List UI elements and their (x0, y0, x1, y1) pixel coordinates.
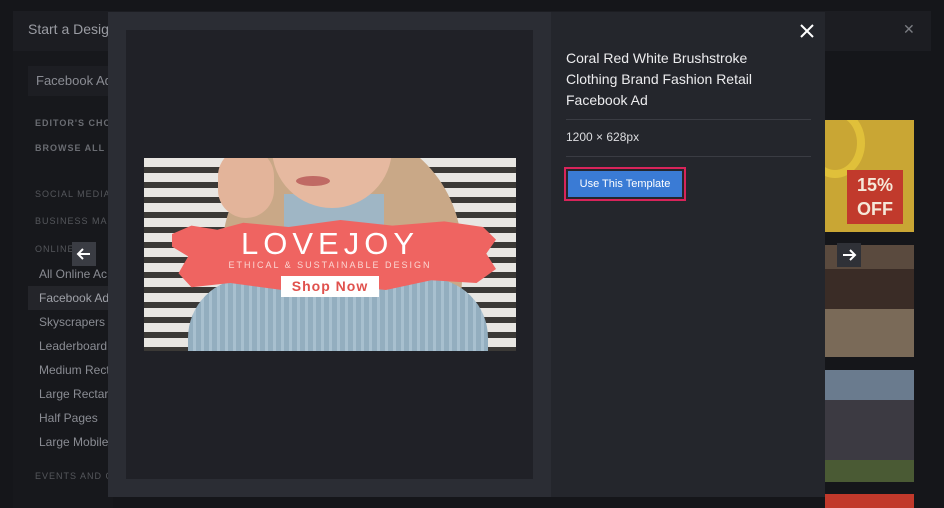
thumbnail-wall-shape (825, 309, 914, 357)
background-search-field[interactable]: Facebook Ad (28, 66, 113, 96)
ad-shop-now-label: Shop Now (281, 276, 379, 297)
thumbnail-house-shape (825, 400, 914, 460)
ad-tagline-text: ETHICAL & SUSTAINABLE DESIGN (228, 260, 432, 270)
thumbnail-roof-shape (825, 269, 914, 309)
sidebar-item-large-mobile[interactable]: Large Mobile (28, 430, 113, 454)
template-size: 1200 × 628px (566, 130, 640, 144)
template-title: Coral Red White Brushstroke Clothing Bra… (566, 50, 752, 108)
background-close-icon[interactable]: ✕ (903, 21, 915, 38)
section-events[interactable]: EVENTS AND C (35, 471, 113, 481)
sidebar-item-facebook-ad[interactable]: Facebook Ad (28, 286, 113, 310)
background-search-value: Facebook Ad (36, 73, 112, 88)
next-arrow-icon[interactable] (837, 243, 861, 267)
sidebar-item-skyscrapers[interactable]: Skyscrapers (28, 310, 113, 334)
thumbnail-grass-shape (825, 460, 914, 482)
sidebar-item-half-pages[interactable]: Half Pages (28, 406, 113, 430)
background-page-title: Start a Desig (28, 21, 109, 37)
ad-brand-text: LOVEJOY (241, 226, 419, 261)
sidebar-item-medium-rect[interactable]: Medium Rect (28, 358, 113, 382)
previous-arrow-icon[interactable] (72, 242, 96, 266)
section-online[interactable]: ONLINE (35, 244, 75, 254)
divider (566, 119, 811, 120)
sidebar-item-large-rect[interactable]: Large Rectar (28, 382, 113, 406)
divider (566, 156, 811, 157)
ad-lips-shape (296, 176, 330, 186)
use-template-highlight: Use This Template (564, 167, 686, 201)
ad-hand-shape (218, 158, 274, 218)
sidebar-item-leaderboard[interactable]: Leaderboard (28, 334, 113, 358)
background-thumbnail-home[interactable] (825, 370, 914, 482)
template-preview-image: LOVEJOY ETHICAL & SUSTAINABLE DESIGN Sho… (144, 158, 516, 351)
close-icon[interactable] (796, 20, 818, 42)
background-thumbnail-sale[interactable]: 15% OFF (825, 120, 914, 232)
section-social-media[interactable]: SOCIAL MEDIA (35, 189, 111, 199)
background-thumbnail-partial[interactable] (825, 494, 914, 508)
section-business[interactable]: BUSINESS MA (35, 216, 108, 226)
thumbnail-sale-text: 15% OFF (847, 170, 903, 224)
section-editors-choice[interactable]: EDITOR'S CHO (35, 118, 111, 128)
use-this-template-button[interactable]: Use This Template (568, 171, 682, 197)
sidebar-item-all-online-ads[interactable]: All Online Ac (28, 262, 113, 286)
section-browse-all[interactable]: BROWSE ALL T (35, 143, 115, 153)
